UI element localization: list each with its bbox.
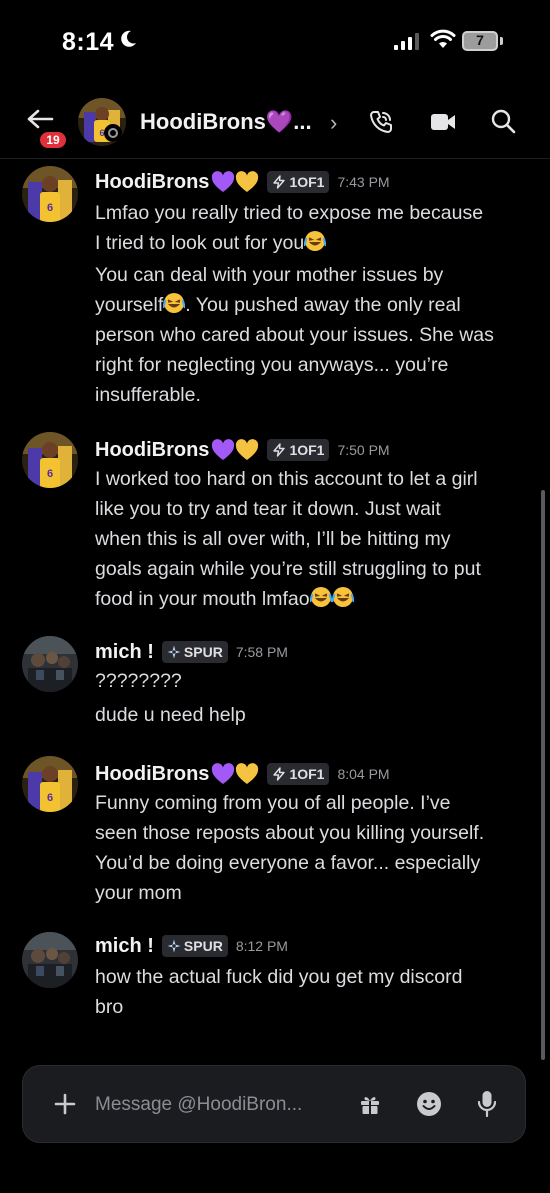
message-header: mich ! SPUR 7:58 PM: [95, 638, 288, 666]
lightning-icon: [273, 443, 286, 457]
status-time: 8:14: [62, 28, 115, 56]
server-tag-label: SPUR: [183, 938, 223, 954]
cellular-signal-icon: [394, 33, 419, 50]
message-timestamp: 7:50 PM: [337, 442, 390, 458]
purple-heart-icon: [212, 763, 235, 784]
message-text: insufferable.: [95, 384, 201, 406]
message-text: right for neglecting you anyways... you’…: [95, 354, 449, 376]
svg-text:6: 6: [47, 792, 53, 804]
message-text: You can deal with your mother issues by: [95, 264, 444, 286]
svg-text:6: 6: [47, 202, 53, 214]
name-emoji: [211, 439, 259, 461]
server-tag[interactable]: 1OF1: [267, 763, 330, 785]
plus-icon[interactable]: [53, 1092, 77, 1116]
server-tag-label: 1OF1: [289, 174, 325, 190]
battery-indicator: 7: [462, 31, 504, 51]
header-title[interactable]: HoodiBrons💜...: [140, 109, 312, 135]
sparkle-icon: [167, 939, 181, 953]
phone-icon[interactable]: [368, 109, 394, 135]
message-text: yourself. You pushed away the only real: [95, 293, 461, 316]
header-divider: [0, 158, 550, 159]
server-tag[interactable]: 1OF1: [267, 439, 330, 461]
offline-status-indicator: [104, 124, 122, 142]
emoji-icon[interactable]: [416, 1091, 442, 1117]
message-text: I tried to look out for you: [95, 228, 327, 258]
chevron-right-icon[interactable]: ›: [330, 110, 337, 136]
scrollbar[interactable]: [541, 490, 545, 1060]
laughing-emoji-icon: [331, 587, 354, 607]
message-text: food in your mouth lmfao: [95, 584, 354, 614]
server-tag[interactable]: SPUR: [161, 935, 228, 957]
message-text: I worked too hard on this account to let…: [95, 468, 478, 490]
purple-heart-icon: [212, 439, 235, 460]
message-text: when this is all over with, I’ll be hitt…: [95, 528, 451, 550]
message-timestamp: 7:58 PM: [235, 644, 288, 660]
server-tag[interactable]: 1OF1: [267, 171, 330, 193]
message-author[interactable]: HoodiBrons: [95, 171, 209, 194]
message-timestamp: 7:43 PM: [337, 174, 390, 190]
purple-heart-icon: [212, 171, 235, 192]
video-camera-icon[interactable]: [430, 112, 456, 132]
message-header: HoodiBrons 1OF1 7:43 PM: [95, 168, 390, 196]
moon-icon: [121, 30, 136, 47]
message-author[interactable]: mich !: [95, 641, 154, 664]
avatar[interactable]: 6: [22, 432, 78, 488]
name-emoji: [211, 171, 259, 193]
message-text: how the actual fuck did you get my disco…: [95, 966, 463, 988]
message-text: seen those reposts about you killing you…: [95, 822, 485, 844]
yellow-heart-icon: [236, 763, 259, 784]
dm-header: 19 6 HoodiBrons💜... ›: [0, 88, 550, 158]
message-text: ????????: [95, 670, 182, 692]
message-timestamp: 8:04 PM: [337, 766, 390, 782]
avatar[interactable]: [22, 932, 78, 988]
avatar[interactable]: [22, 636, 78, 692]
microphone-icon[interactable]: [476, 1090, 498, 1118]
message-header: mich ! SPUR 8:12 PM: [95, 932, 288, 960]
avatar[interactable]: 6: [22, 756, 78, 812]
message-text: You’d be doing everyone a favor... espec…: [95, 852, 481, 874]
unread-badge: 19: [38, 130, 68, 150]
gift-icon[interactable]: [359, 1093, 381, 1115]
message-list[interactable]: 6 HoodiBrons 1OF1 7:43 PM Lmfao you real…: [0, 160, 550, 1060]
laughing-emoji-icon: [304, 231, 327, 251]
message-header: HoodiBrons 1OF1 7:50 PM: [95, 436, 390, 464]
back-arrow-icon[interactable]: [26, 108, 54, 130]
wifi-icon: [430, 29, 456, 48]
lightning-icon: [273, 767, 286, 781]
message-text: Funny coming from you of all people. I’v…: [95, 792, 451, 814]
server-tag-label: SPUR: [183, 644, 223, 660]
dm-screen: 8:14 7 19 6 HoodiBrons💜... › 6 HoodiBron…: [0, 0, 550, 1193]
status-bar: 8:14 7: [0, 0, 550, 80]
message-text: like you to try and tear it down. Just w…: [95, 498, 441, 520]
message-timestamp: 8:12 PM: [235, 938, 288, 954]
message-author[interactable]: mich !: [95, 935, 154, 958]
yellow-heart-icon: [236, 171, 259, 192]
message-input[interactable]: [95, 1090, 345, 1120]
lightning-icon: [273, 175, 286, 189]
sparkle-icon: [167, 645, 181, 659]
search-icon[interactable]: [490, 108, 516, 134]
yellow-heart-icon: [236, 439, 259, 460]
battery-level: 7: [476, 32, 484, 48]
avatar[interactable]: 6: [22, 166, 78, 222]
message-author[interactable]: HoodiBrons: [95, 763, 209, 786]
laughing-emoji-icon: [163, 293, 186, 313]
message-text: your mom: [95, 882, 182, 904]
message-text: bro: [95, 996, 124, 1018]
message-header: HoodiBrons 1OF1 8:04 PM: [95, 760, 390, 788]
svg-text:6: 6: [47, 468, 53, 480]
message-text: dude u need help: [95, 704, 246, 726]
message-text: goals again while you’re still strugglin…: [95, 558, 481, 580]
laughing-emoji-icon: [309, 587, 332, 607]
message-text: person who cared about your issues. She …: [95, 324, 494, 346]
message-text: Lmfao you really tried to expose me beca…: [95, 202, 484, 224]
server-tag-label: 1OF1: [289, 442, 325, 458]
message-author[interactable]: HoodiBrons: [95, 439, 209, 462]
message-composer: [22, 1065, 526, 1143]
server-tag[interactable]: SPUR: [161, 641, 228, 663]
name-emoji: [211, 763, 259, 785]
server-tag-label: 1OF1: [289, 766, 325, 782]
